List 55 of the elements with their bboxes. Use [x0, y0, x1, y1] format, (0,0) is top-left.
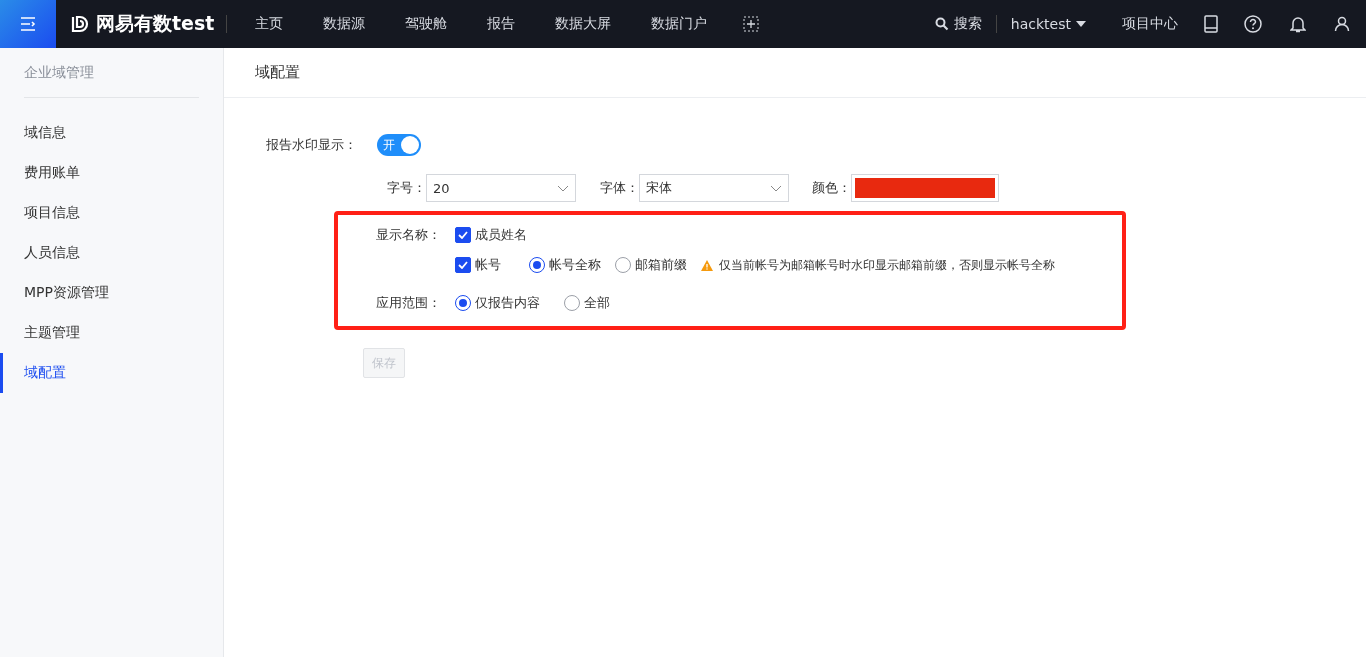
- bell-icon[interactable]: [1290, 15, 1306, 33]
- brand-name: 网易有数test: [96, 11, 215, 36]
- sidebar-item[interactable]: 费用账单: [0, 153, 223, 193]
- warning-icon: [701, 259, 713, 271]
- sidebar-item[interactable]: MPP资源管理: [0, 273, 223, 313]
- option-label: 帐号全称: [549, 256, 601, 274]
- search-icon: [934, 17, 949, 31]
- field-label: 字号：: [387, 179, 426, 197]
- nav-link[interactable]: 数据门户: [631, 15, 728, 33]
- option-label: 成员姓名: [475, 226, 527, 244]
- user-icon[interactable]: [1334, 16, 1350, 32]
- radio-button[interactable]: [455, 295, 471, 311]
- field-label: 报告水印显示：: [266, 136, 357, 154]
- radio-button[interactable]: [615, 257, 631, 273]
- sidebar-item[interactable]: 项目信息: [0, 193, 223, 233]
- field-label: 显示名称：: [376, 226, 442, 244]
- field-label: 字体：: [600, 179, 639, 197]
- chevron-down-icon: [770, 184, 782, 192]
- sidebar-item[interactable]: 人员信息: [0, 233, 223, 273]
- user-dropdown[interactable]: hacktest: [996, 16, 1100, 32]
- chevron-down-icon: [557, 184, 569, 192]
- option-label: 仅报告内容: [475, 294, 540, 312]
- checkbox[interactable]: [455, 227, 471, 243]
- option-label: 全部: [584, 294, 610, 312]
- field-label: 应用范围：: [376, 294, 442, 312]
- check-icon: [458, 261, 468, 269]
- nav-link[interactable]: 数据源: [303, 15, 386, 33]
- option-label: 邮箱前缀: [635, 256, 687, 274]
- tablet-icon[interactable]: [1204, 15, 1218, 33]
- check-icon: [458, 231, 468, 239]
- color-picker[interactable]: [851, 174, 999, 202]
- sidebar-item[interactable]: 主题管理: [0, 313, 223, 353]
- radio-button[interactable]: [529, 257, 545, 273]
- help-icon[interactable]: [1244, 15, 1262, 33]
- add-icon[interactable]: [743, 16, 760, 32]
- font-size-select[interactable]: 20: [426, 174, 576, 202]
- page-title: 域配置: [224, 48, 1366, 98]
- logo-icon: [70, 14, 90, 34]
- caret-icon: [1076, 21, 1086, 27]
- project-center-link[interactable]: 项目中心: [1108, 15, 1192, 33]
- search-button[interactable]: 搜索: [920, 15, 996, 33]
- nav-link[interactable]: 数据大屏: [535, 15, 632, 33]
- font-select[interactable]: 宋体: [639, 174, 789, 202]
- field-label: 颜色：: [812, 179, 851, 197]
- nav-link[interactable]: 驾驶舱: [385, 15, 468, 33]
- menu-icon: [19, 16, 37, 32]
- sidebar-heading: 企业域管理: [24, 48, 199, 98]
- nav-link[interactable]: 报告: [467, 15, 536, 33]
- option-label: 帐号: [475, 256, 501, 274]
- checkbox[interactable]: [455, 257, 471, 273]
- nav-link[interactable]: 主页: [235, 15, 304, 33]
- sidebar-item[interactable]: 域信息: [0, 113, 223, 153]
- hint-text: 仅当前帐号为邮箱帐号时水印显示邮箱前缀，否则显示帐号全称: [719, 257, 1055, 273]
- menu-button[interactable]: [0, 0, 56, 48]
- radio-button[interactable]: [564, 295, 580, 311]
